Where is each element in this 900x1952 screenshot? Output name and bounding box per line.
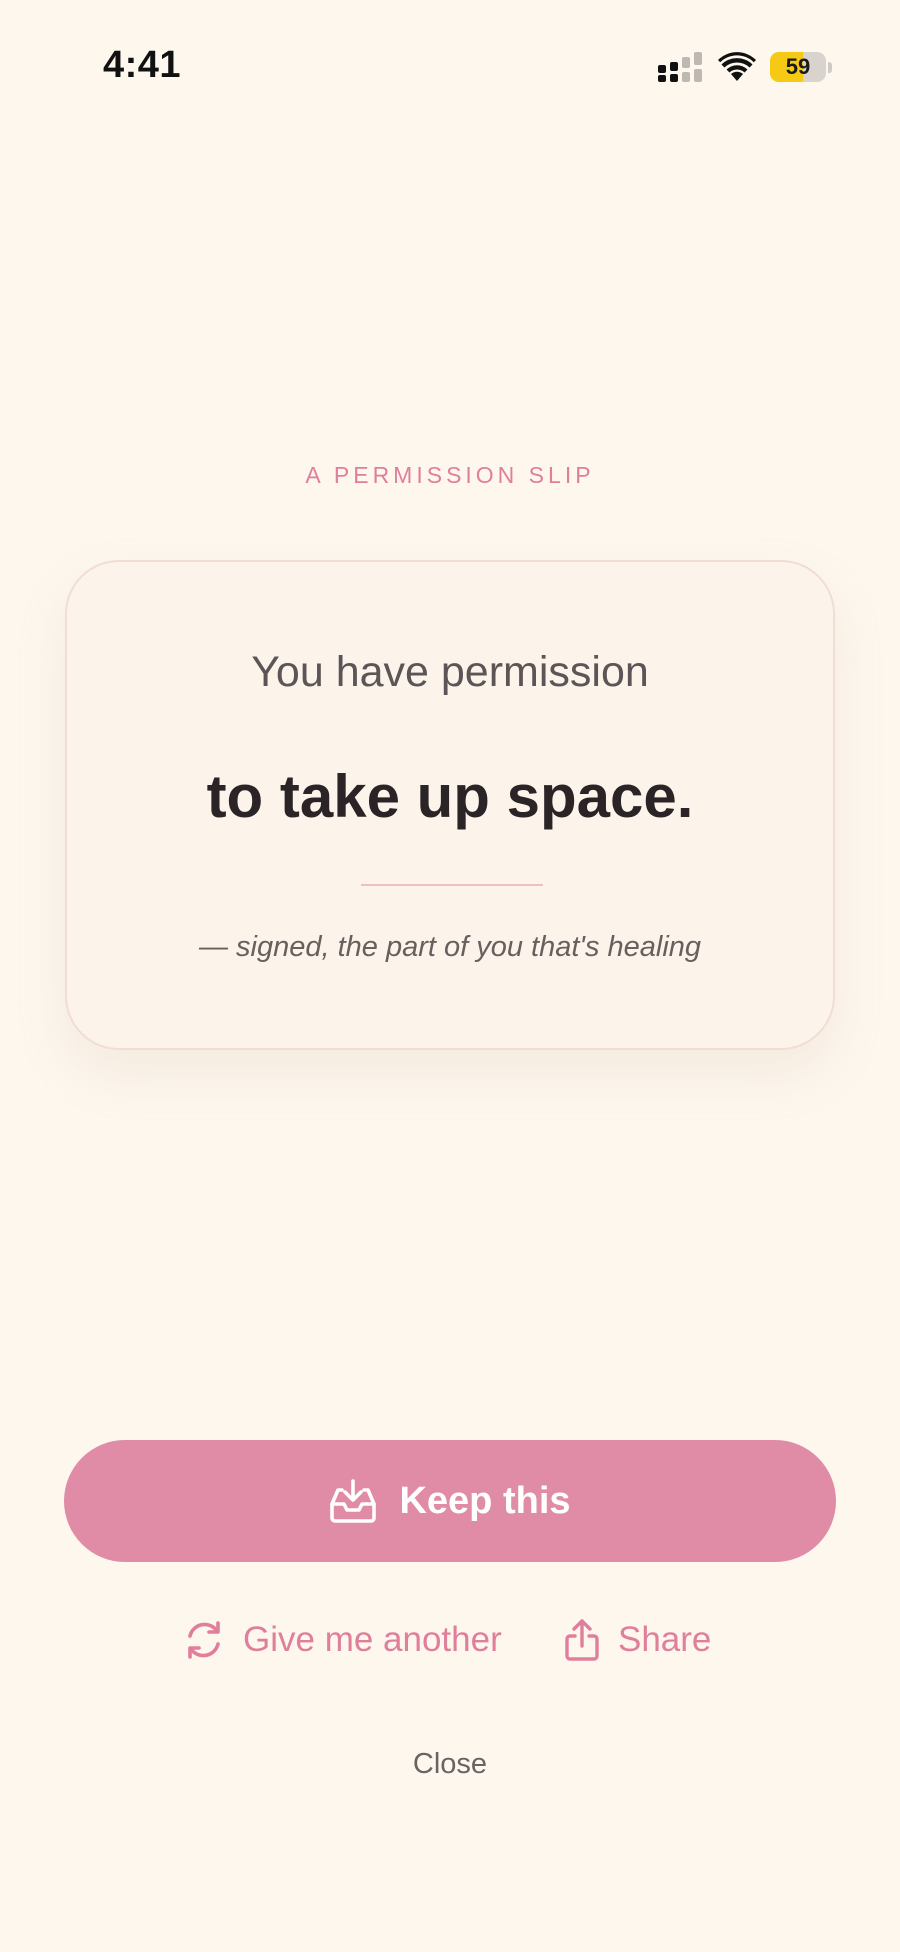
slip-signature: — signed, the part of you that's healing bbox=[198, 931, 702, 963]
status-icons: 59 bbox=[658, 50, 832, 84]
give-me-another-button[interactable]: Give me another bbox=[183, 1610, 502, 1670]
slip-lead-text: You have permission bbox=[251, 648, 649, 696]
battery-level: 59 bbox=[785, 54, 811, 79]
status-time: 4:41 bbox=[103, 44, 182, 86]
keep-this-label: Keep this bbox=[399, 1479, 571, 1522]
close-button[interactable]: Close bbox=[0, 1748, 900, 1781]
share-label: Share bbox=[618, 1620, 712, 1659]
signal-icon bbox=[658, 52, 702, 82]
eyebrow-label: A PERMISSION SLIP bbox=[305, 462, 595, 488]
battery-icon: 59 bbox=[770, 52, 826, 82]
slip-divider bbox=[361, 884, 543, 886]
status-bar: 4:41 59 bbox=[0, 0, 900, 130]
keep-this-button[interactable]: Keep this bbox=[64, 1440, 836, 1562]
secondary-actions: Give me another Share bbox=[0, 1610, 900, 1670]
tray-download-icon bbox=[330, 1479, 377, 1523]
give-me-another-label: Give me another bbox=[243, 1620, 502, 1659]
wifi-icon bbox=[718, 52, 756, 81]
slip-main-text: to take up space. bbox=[206, 763, 694, 830]
permission-slip-card: You have permission to take up space. — … bbox=[65, 560, 835, 1050]
refresh-icon bbox=[188, 1621, 220, 1659]
share-button[interactable]: Share bbox=[564, 1610, 711, 1670]
battery-cap bbox=[828, 61, 832, 73]
share-icon bbox=[565, 1619, 599, 1661]
